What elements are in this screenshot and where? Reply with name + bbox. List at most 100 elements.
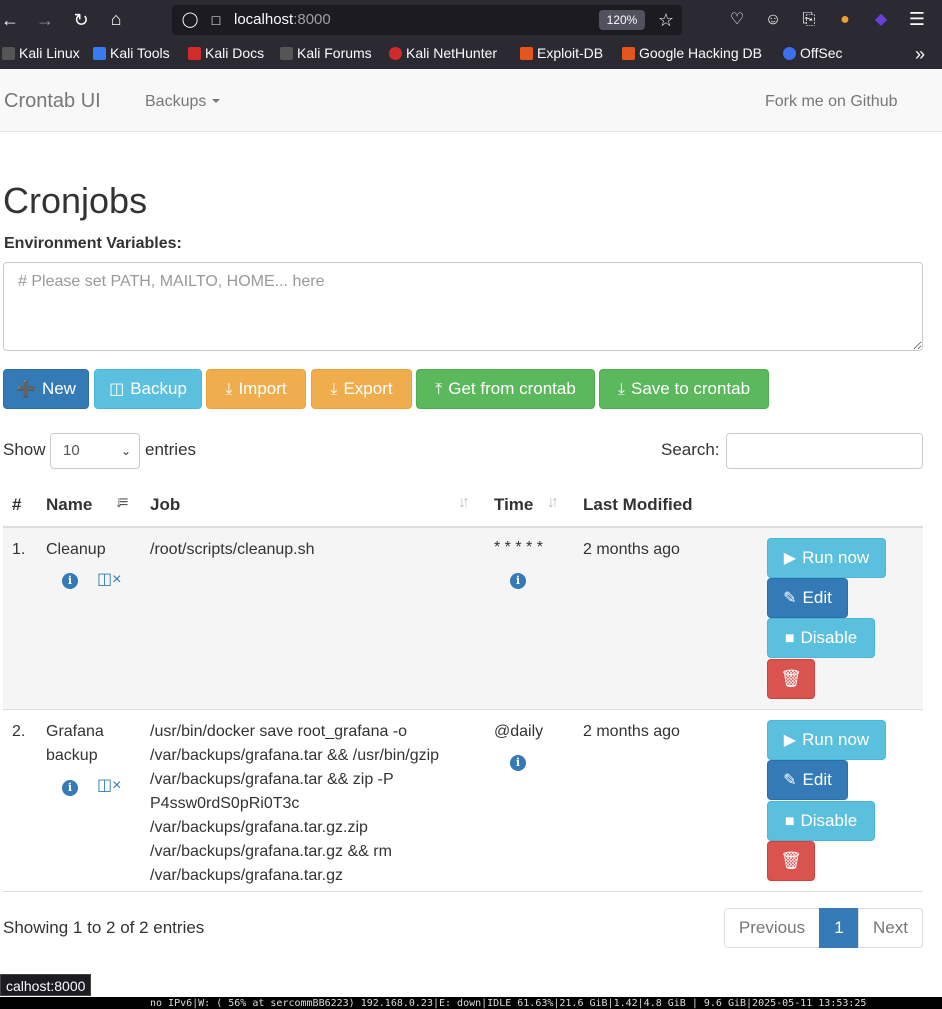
export-button[interactable]: ⤓ Export	[311, 369, 412, 409]
bookmark-label: Kali Linux	[19, 45, 80, 61]
export-label: Export	[343, 379, 393, 398]
nethunter-icon	[389, 47, 402, 60]
import-icon: ⤓	[225, 381, 233, 398]
entries-label: entries	[145, 440, 197, 459]
edit-icon: ✎	[783, 590, 797, 607]
delete-button[interactable]: 🗑	[767, 841, 815, 881]
bookmark-kali-tools[interactable]: Kali Tools	[93, 45, 170, 61]
table-row: 2. Grafana backup i ◫× /usr/bin/docker s…	[3, 710, 923, 892]
shield-icon[interactable]: ◯	[178, 10, 202, 30]
search-label: Search:	[661, 440, 720, 459]
kali-icon	[2, 47, 15, 60]
edit-button[interactable]: ✎ Edit	[767, 578, 848, 618]
home-icon[interactable]: ⌂	[104, 9, 128, 29]
addon-icon[interactable]: ●	[833, 10, 857, 30]
addon-purple-icon[interactable]: ◆	[869, 10, 893, 30]
table-header: # Name ↓≡ Job ↓↑ Time ↓↑ Last Modified	[3, 484, 923, 528]
bookmark-kali-nethunter[interactable]: Kali NetHunter	[389, 45, 497, 61]
next-button[interactable]: Next	[858, 908, 923, 948]
menu-icon[interactable]: ☰	[905, 9, 929, 29]
play-icon: ▶	[783, 550, 797, 567]
backups-dropdown[interactable]: Backups	[145, 93, 221, 111]
col-name[interactable]: Name	[46, 495, 92, 515]
fork-github-link[interactable]: Fork me on Github	[765, 93, 898, 111]
navbar: Crontab UI Backups Fork me on Github	[0, 69, 942, 132]
brand[interactable]: Crontab UI	[4, 90, 101, 113]
disable-button[interactable]: ■ Disable	[767, 618, 875, 658]
kali-tools-icon	[93, 47, 106, 60]
save-to-crontab-button[interactable]: ⤓ Save to crontab	[599, 369, 769, 409]
backup-job-icon[interactable]: ◫×	[97, 569, 121, 589]
get-crontab-label: Get from crontab	[448, 379, 576, 398]
kali-docs-icon	[188, 47, 201, 60]
show-label: Show	[3, 440, 46, 459]
new-label: New	[41, 379, 76, 398]
disable-label: Disable	[800, 811, 858, 830]
stop-icon: ■	[784, 813, 795, 830]
bookmark-offsec[interactable]: OffSec	[783, 45, 843, 61]
search-input[interactable]	[726, 433, 923, 469]
row-number: 2.	[12, 723, 26, 740]
job-modified: 2 months ago	[583, 541, 680, 558]
get-from-crontab-button[interactable]: ⤒ Get from crontab	[416, 369, 595, 409]
delete-button[interactable]: 🗑	[767, 659, 815, 699]
page-icon: □	[211, 12, 221, 28]
pocket-icon[interactable]: ♡	[725, 10, 749, 30]
extensions-icon[interactable]: ⎘	[797, 10, 821, 30]
backup-job-icon[interactable]: ◫×	[97, 775, 121, 795]
new-button[interactable]: ➕ New	[3, 369, 89, 409]
floppy-icon: ◫	[109, 381, 125, 398]
account-icon[interactable]: ☺	[761, 10, 785, 30]
url-bar[interactable]: ◯ □ localhost:8000 120% ☆	[172, 5, 682, 35]
star-icon[interactable]: ☆	[654, 10, 678, 30]
import-button[interactable]: ⤓ Import	[206, 369, 306, 409]
url-text[interactable]: localhost:8000	[234, 11, 331, 28]
info-icon[interactable]: i	[62, 780, 78, 796]
stop-icon: ■	[784, 630, 795, 647]
bookmark-kali-linux[interactable]: Kali Linux	[2, 45, 80, 61]
edit-button[interactable]: ✎ Edit	[767, 760, 848, 800]
sort-icon[interactable]: ↓↑	[547, 494, 559, 512]
zoom-badge[interactable]: 120%	[599, 10, 645, 30]
col-job[interactable]: Job	[150, 495, 180, 515]
offsec-icon	[783, 47, 796, 60]
bookmark-kali-docs[interactable]: Kali Docs	[188, 45, 264, 61]
col-time[interactable]: Time	[494, 495, 533, 515]
run-now-button[interactable]: ▶ Run now	[767, 720, 886, 760]
page-1-button[interactable]: 1	[819, 908, 859, 948]
sort-icon[interactable]: ↓↑	[458, 494, 470, 512]
info-icon[interactable]: i	[510, 573, 526, 589]
trash-icon: 🗑	[780, 669, 802, 688]
back-icon[interactable]: ←	[0, 10, 22, 30]
play-icon: ▶	[783, 732, 797, 749]
bookmark-label: Kali Tools	[110, 45, 170, 61]
bookmarks-overflow-icon[interactable]: »	[908, 44, 932, 64]
env-label: Environment Variables:	[4, 235, 182, 252]
col-last-modified[interactable]: Last Modified	[583, 495, 693, 515]
system-status-text: no IPv6|W: ( 56% at sercommBB6223) 192.1…	[150, 998, 867, 1009]
env-textarea[interactable]	[3, 262, 923, 351]
reload-icon[interactable]: ↻	[69, 10, 93, 30]
table-row: 1. Cleanup i ◫× /root/scripts/cleanup.sh…	[3, 528, 923, 710]
chevron-down-icon: ⌄	[120, 444, 131, 458]
info-icon[interactable]: i	[510, 755, 526, 771]
run-now-button[interactable]: ▶ Run now	[767, 538, 886, 578]
job-schedule: @daily	[494, 723, 544, 740]
forward-icon[interactable]: →	[33, 10, 57, 30]
col-num[interactable]: #	[12, 495, 21, 515]
bookmark-label: Google Hacking DB	[639, 45, 762, 61]
upload-icon: ⤒	[435, 381, 443, 398]
info-icon[interactable]: i	[62, 573, 78, 589]
table-info: Showing 1 to 2 of 2 entries	[3, 918, 205, 937]
page-length-select[interactable]: 10 ⌄	[50, 433, 140, 469]
previous-button[interactable]: Previous	[724, 908, 820, 948]
download-icon: ⤓	[617, 381, 625, 398]
bookmark-exploit-db[interactable]: Exploit-DB	[520, 45, 603, 61]
disable-button[interactable]: ■ Disable	[767, 801, 875, 841]
sort-asc-icon[interactable]: ↓≡	[115, 494, 128, 512]
bookmark-google-hacking-db[interactable]: Google Hacking DB	[622, 45, 762, 61]
backup-button[interactable]: ◫ Backup	[94, 369, 202, 409]
bookmark-kali-forums[interactable]: Kali Forums	[280, 45, 372, 61]
backups-label: Backups	[145, 93, 207, 110]
bookmark-label: Kali Docs	[205, 45, 265, 61]
